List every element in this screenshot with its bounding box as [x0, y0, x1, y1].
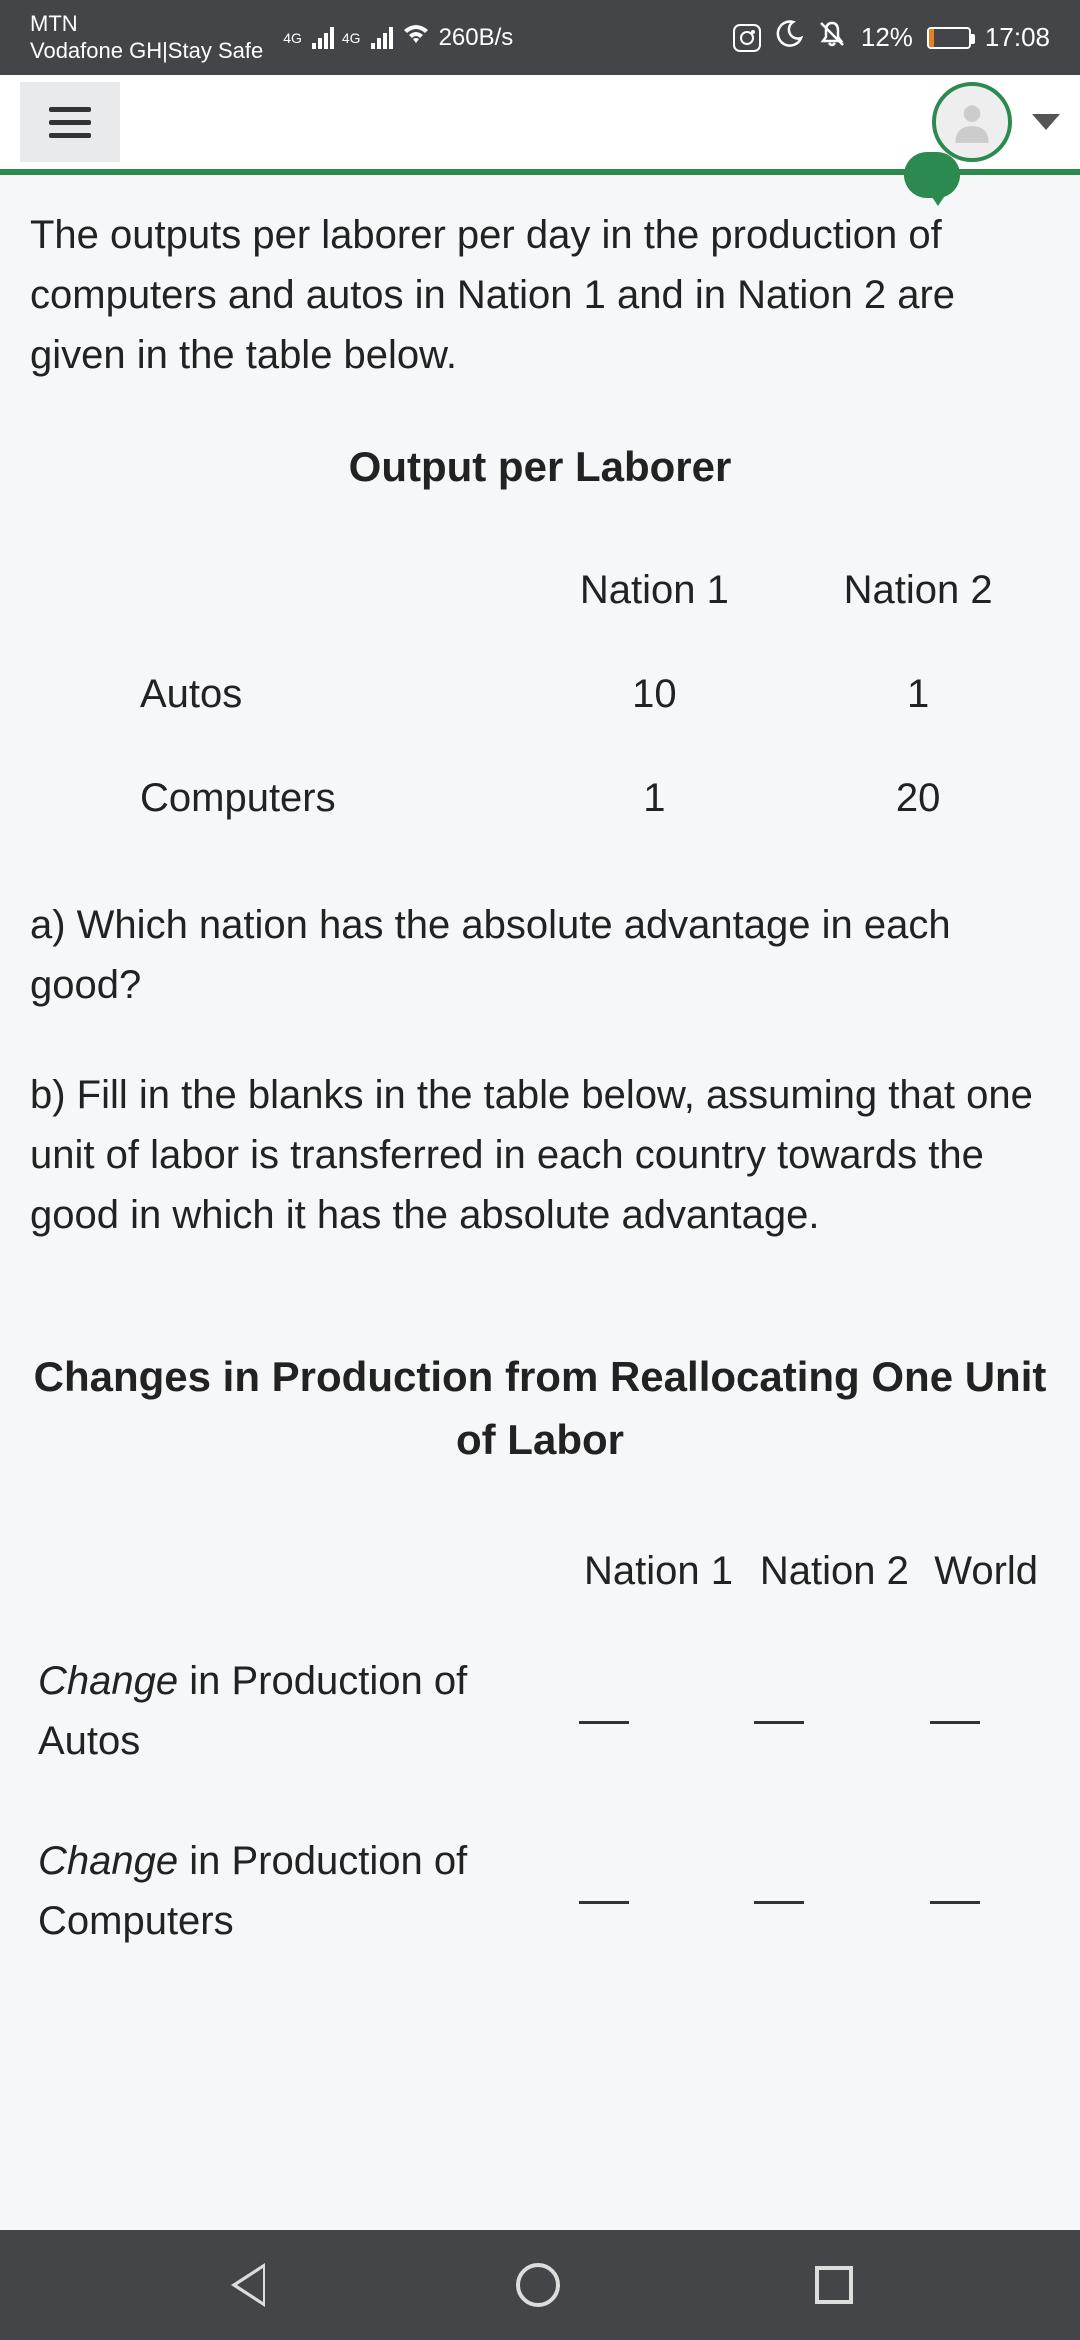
instagram-icon	[733, 24, 761, 52]
header-right	[932, 82, 1060, 162]
signal-bars-icon	[371, 27, 393, 49]
navigation-bar	[0, 2230, 1080, 2340]
avatar[interactable]	[932, 82, 1012, 162]
question-a: a) Which nation has the absolute advanta…	[30, 895, 1050, 1015]
col-nation1: Nation 1	[571, 1521, 747, 1621]
table1-title: Output per Laborer	[30, 435, 1050, 498]
blank-cell	[922, 1801, 1050, 1981]
data-speed: 260B/s	[439, 24, 514, 52]
battery-percent: 12%	[861, 22, 913, 53]
table2-title: Changes in Production from Reallocating …	[30, 1345, 1050, 1471]
table-header-row: Nation 1 Nation 2 World	[30, 1521, 1050, 1621]
col-nation2: Nation 2	[746, 1521, 922, 1621]
battery-icon	[927, 27, 971, 49]
net-label-2: 4G	[342, 30, 361, 46]
table-row: Autos 10 1	[30, 642, 1050, 746]
chat-icon[interactable]	[904, 152, 960, 198]
wifi-icon	[401, 22, 431, 53]
signal-bars-icon	[312, 27, 334, 49]
table-row: Change in Production of Autos	[30, 1621, 1050, 1801]
carrier-2: Vodafone GH|Stay Safe	[30, 38, 263, 64]
dnd-moon-icon	[775, 20, 803, 55]
table-row: Computers 1 20	[30, 746, 1050, 850]
cell-value: 10	[523, 642, 787, 746]
main-content[interactable]: The outputs per laborer per day in the p…	[0, 175, 1080, 2001]
row-label: Computers	[30, 746, 523, 850]
signal-cluster: 4G 4G 260B/s	[283, 22, 513, 53]
cell-value: 1	[523, 746, 787, 850]
home-button[interactable]	[516, 2263, 560, 2307]
status-bar: MTN Vodafone GH|Stay Safe 4G 4G 260B/s 1…	[0, 0, 1080, 75]
app-header	[0, 75, 1080, 175]
cell-value: 20	[786, 746, 1050, 850]
carrier-labels: MTN Vodafone GH|Stay Safe	[30, 11, 263, 64]
blank-cell	[922, 1621, 1050, 1801]
row-label: Change in Production of Autos	[30, 1621, 571, 1801]
row-label: Autos	[30, 642, 523, 746]
col-nation1: Nation 1	[523, 538, 787, 642]
hamburger-icon	[49, 107, 91, 112]
mute-bell-icon	[817, 19, 847, 56]
table-row: Change in Production of Computers	[30, 1801, 1050, 1981]
blank-cell	[746, 1621, 922, 1801]
blank-cell	[571, 1801, 747, 1981]
realloc-table: Nation 1 Nation 2 World Change in Produc…	[30, 1521, 1050, 1981]
intro-paragraph: The outputs per laborer per day in the p…	[30, 205, 1050, 385]
carrier-1: MTN	[30, 11, 263, 37]
blank-cell	[746, 1801, 922, 1981]
output-table-section: Output per Laborer Nation 1 Nation 2 Aut…	[30, 435, 1050, 850]
recent-apps-button[interactable]	[815, 2266, 853, 2304]
output-table: Nation 1 Nation 2 Autos 10 1 Computers 1…	[30, 538, 1050, 850]
table-header-row: Nation 1 Nation 2	[30, 538, 1050, 642]
question-b: b) Fill in the blanks in the table below…	[30, 1065, 1050, 1245]
col-world: World	[922, 1521, 1050, 1621]
blank-cell	[571, 1621, 747, 1801]
row-label: Change in Production of Computers	[30, 1801, 571, 1981]
col-nation2: Nation 2	[786, 538, 1050, 642]
chevron-down-icon[interactable]	[1032, 114, 1060, 130]
back-button[interactable]	[227, 2263, 261, 2307]
status-right: 12% 17:08	[733, 19, 1050, 56]
clock-time: 17:08	[985, 22, 1050, 53]
cell-value: 1	[786, 642, 1050, 746]
menu-button[interactable]	[20, 82, 120, 162]
net-label-1: 4G	[283, 30, 302, 46]
